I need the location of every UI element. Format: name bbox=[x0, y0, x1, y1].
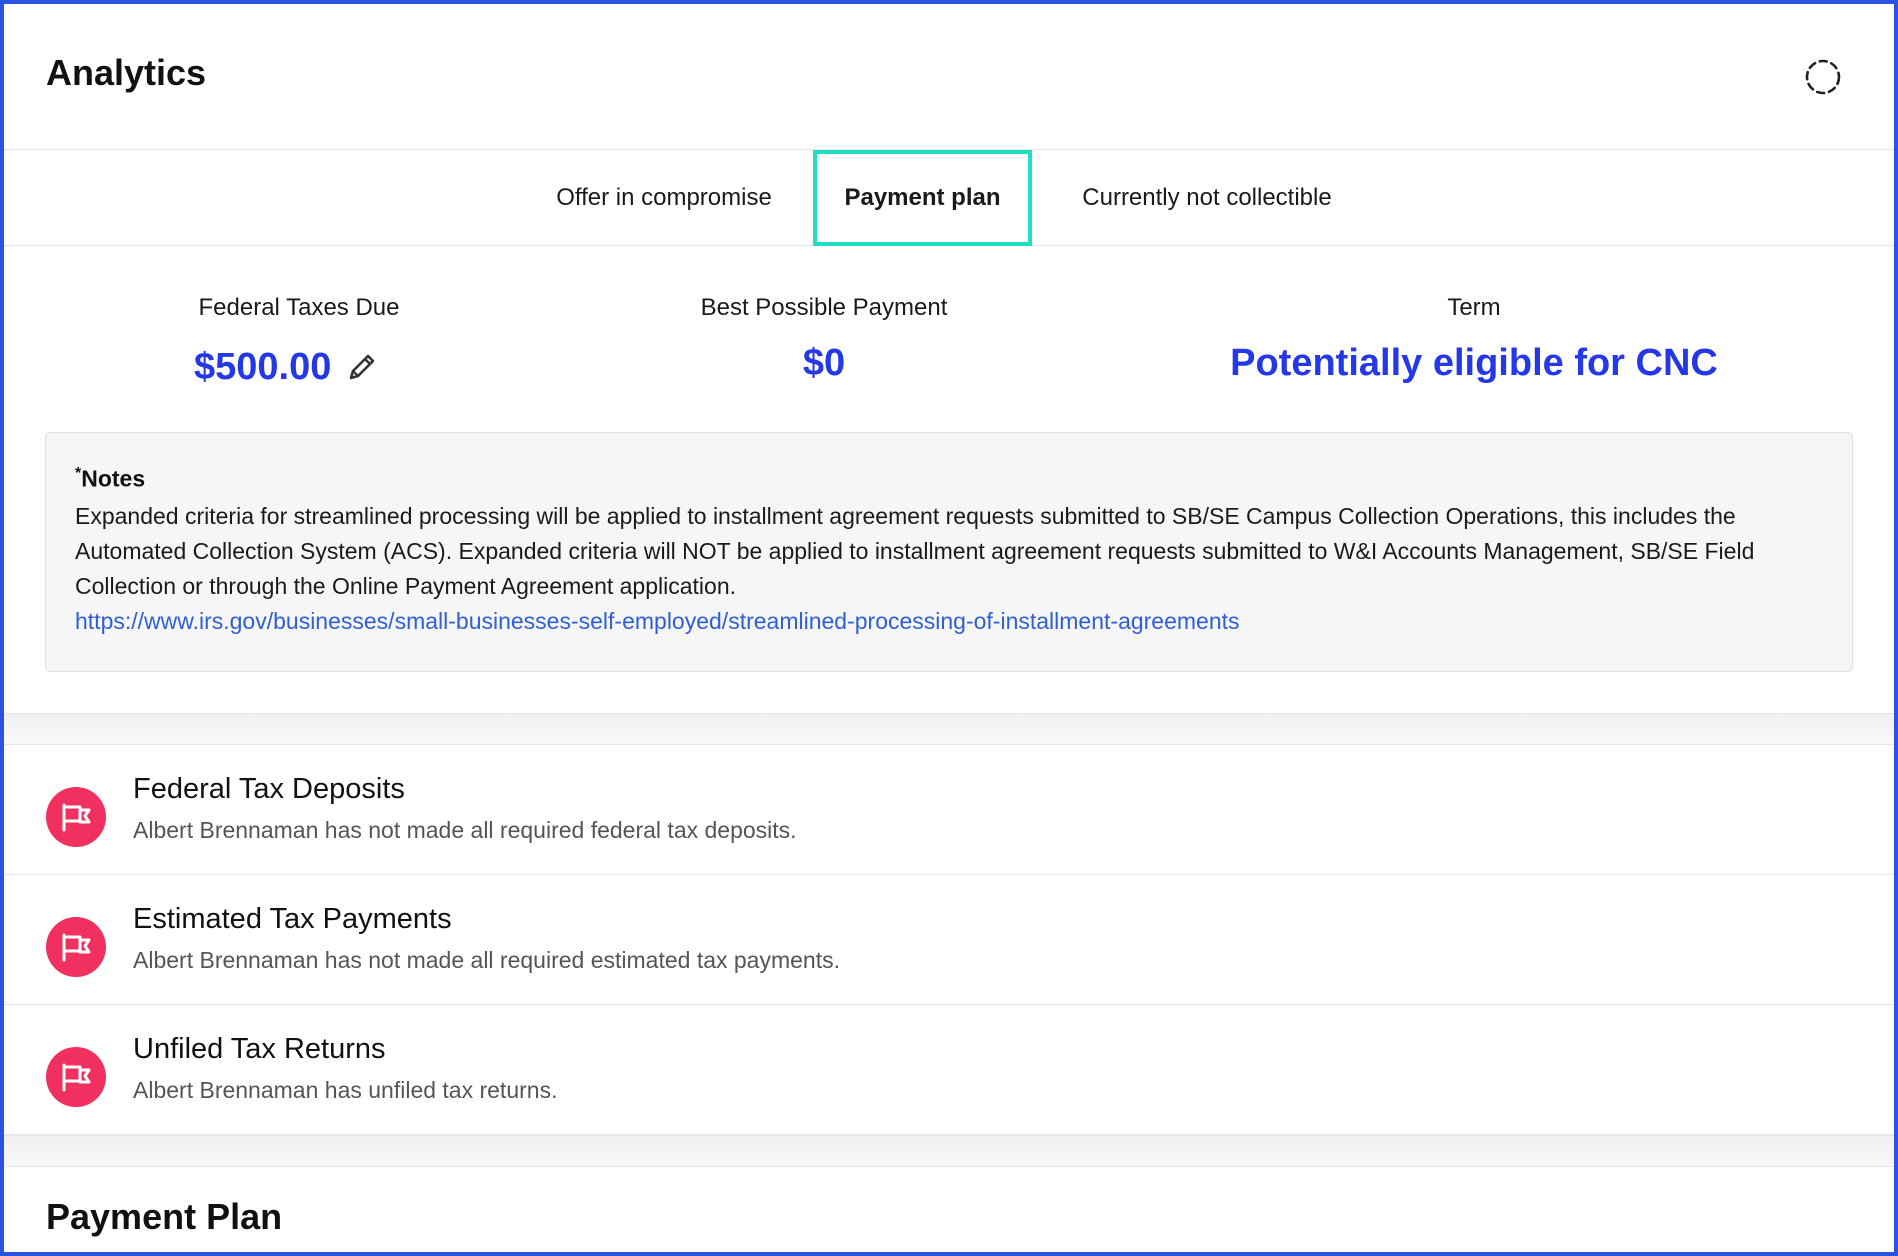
summary-stats: Federal Taxes Due $500.00 Best Possible … bbox=[4, 246, 1894, 432]
tab-offer-in-compromise[interactable]: Offer in compromise bbox=[524, 150, 804, 246]
flag-description: Albert Brennaman has not made all requir… bbox=[133, 817, 797, 843]
payment-plan-heading: Payment Plan bbox=[46, 1196, 283, 1237]
list-item: Unfiled Tax Returns Albert Brennaman has… bbox=[4, 1005, 1894, 1135]
panel-header: Analytics bbox=[4, 4, 1894, 150]
page-title: Analytics bbox=[46, 52, 207, 93]
notes-title: *Notes bbox=[75, 465, 1824, 493]
notes-body: Expanded criteria for streamlined proces… bbox=[75, 502, 1755, 599]
flag-title: Unfiled Tax Returns bbox=[133, 1033, 386, 1065]
tab-currently-not-collectible[interactable]: Currently not collectible bbox=[1062, 150, 1352, 246]
flag-description: Albert Brennaman has unfiled tax returns… bbox=[133, 1077, 558, 1103]
tab-payment-plan[interactable]: Payment plan bbox=[813, 150, 1032, 246]
term-value: Potentially eligible for CNC bbox=[1230, 342, 1718, 384]
term-label: Term bbox=[1447, 294, 1501, 321]
notes-title-text: Notes bbox=[81, 465, 146, 492]
flag-title: Estimated Tax Payments bbox=[133, 903, 452, 935]
best-possible-payment-value: $0 bbox=[802, 342, 846, 384]
flag-icon bbox=[46, 1047, 106, 1107]
section-divider bbox=[4, 713, 1894, 745]
federal-taxes-due: $500.00 bbox=[194, 342, 379, 392]
list-item: Estimated Tax Payments Albert Brennaman … bbox=[4, 875, 1894, 1005]
irs-streamlined-processing-link[interactable]: https://www.irs.gov/businesses/small-bus… bbox=[75, 604, 1824, 639]
list-item: Federal Tax Deposits Albert Brennaman ha… bbox=[4, 745, 1894, 875]
federal-taxes-due-value: $500.00 bbox=[194, 345, 332, 388]
flag-description: Albert Brennaman has not made all requir… bbox=[133, 947, 840, 973]
section-divider bbox=[4, 1135, 1894, 1167]
best-possible-payment-label: Best Possible Payment bbox=[700, 294, 948, 321]
flag-icon bbox=[46, 787, 106, 847]
flag-title: Federal Tax Deposits bbox=[133, 773, 405, 805]
analytics-panel: Analytics Offer in compromise Payment pl… bbox=[0, 0, 1898, 1256]
federal-taxes-due-label: Federal Taxes Due bbox=[198, 294, 400, 321]
flag-icon bbox=[46, 917, 106, 977]
tab-bar: Offer in compromise Payment plan Current… bbox=[4, 150, 1894, 246]
loading-spinner-icon bbox=[1805, 59, 1841, 95]
edit-pencil-icon[interactable] bbox=[345, 350, 379, 384]
notes-box: *Notes Expanded criteria for streamlined… bbox=[45, 432, 1853, 672]
